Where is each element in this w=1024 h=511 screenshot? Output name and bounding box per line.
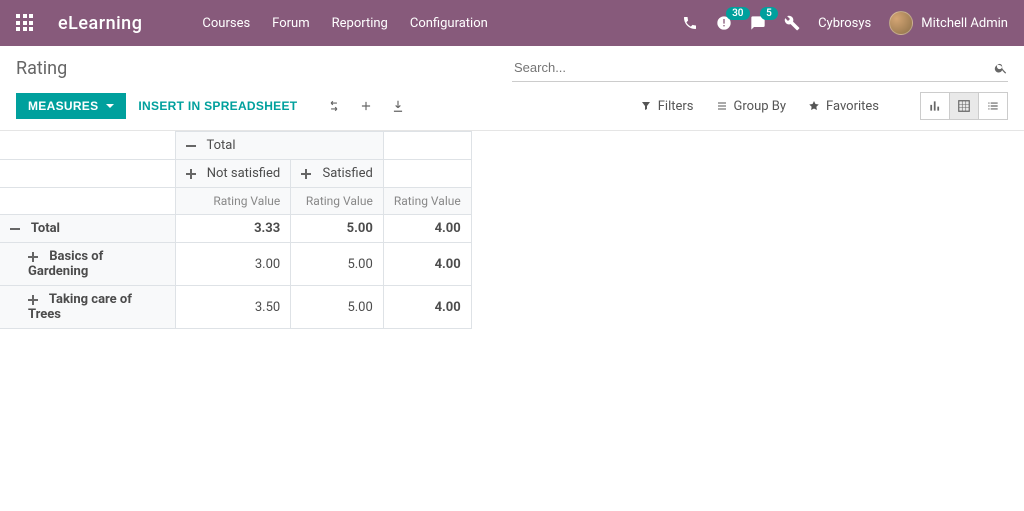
- phone-icon[interactable]: [682, 15, 698, 31]
- control-panel-top: Rating: [0, 46, 1024, 86]
- col-grand-total-spacer2: [383, 160, 471, 188]
- expand-all-icon[interactable]: [359, 99, 373, 113]
- col-not-satisfied[interactable]: Not satisfied: [175, 160, 291, 188]
- list-icon: [986, 99, 1000, 113]
- messages-icon[interactable]: 5: [750, 15, 766, 31]
- measure-header-2: Rating Value: [291, 188, 384, 215]
- brand-title[interactable]: eLearning: [58, 13, 142, 34]
- favorites-label: Favorites: [826, 99, 879, 114]
- pivot-corner2: [0, 160, 175, 188]
- graph-icon: [928, 99, 942, 113]
- filters-button[interactable]: Filters: [640, 99, 694, 114]
- pivot-tools: [327, 99, 405, 113]
- filter-group: Filters Group By Favorites: [640, 92, 1008, 120]
- view-list-button[interactable]: [978, 92, 1008, 120]
- company-name[interactable]: Cybrosys: [818, 16, 871, 31]
- groupby-button[interactable]: Group By: [716, 99, 787, 114]
- chevron-down-icon: [106, 104, 114, 108]
- navbar: eLearning Courses Forum Reporting Config…: [0, 0, 1024, 46]
- measures-button[interactable]: Measures: [16, 93, 126, 119]
- row-total-label: Total: [31, 221, 60, 236]
- measure-header-1: Rating Value: [175, 188, 291, 215]
- cell-total-total: 4.00: [383, 215, 471, 243]
- row-r2: Taking care of Trees 3.50 5.00 4.00: [0, 286, 471, 329]
- star-icon: [808, 100, 820, 112]
- row-r1-header[interactable]: Basics of Gardening: [0, 243, 175, 286]
- nav-forum[interactable]: Forum: [272, 16, 309, 31]
- user-name: Mitchell Admin: [921, 16, 1008, 31]
- col-satisfied[interactable]: Satisfied: [291, 160, 384, 188]
- row-r2-label: Taking care of Trees: [28, 292, 132, 322]
- col-total-header[interactable]: Total: [175, 132, 383, 160]
- view-pivot-button[interactable]: [949, 92, 979, 120]
- cell-r1-notsat: 3.00: [175, 243, 291, 286]
- row-r1: Basics of Gardening 3.00 5.00 4.00: [0, 243, 471, 286]
- nav-configuration[interactable]: Configuration: [410, 16, 488, 31]
- flip-axis-icon[interactable]: [327, 99, 341, 113]
- favorites-button[interactable]: Favorites: [808, 99, 879, 114]
- messages-badge: 5: [760, 7, 778, 20]
- navbar-left: eLearning Courses Forum Reporting Config…: [16, 13, 488, 34]
- search-wrap: [512, 54, 1008, 82]
- cell-r2-sat: 5.00: [291, 286, 384, 329]
- cell-total-notsat: 3.33: [175, 215, 291, 243]
- collapse-icon: [10, 223, 22, 235]
- control-panel-bottom: Measures Insert in Spreadsheet Filters G…: [0, 86, 1024, 131]
- cell-r1-total: 4.00: [383, 243, 471, 286]
- activities-badge: 30: [726, 7, 749, 20]
- expand-icon: [28, 251, 40, 263]
- view-switcher: [921, 92, 1008, 120]
- filters-label: Filters: [658, 99, 694, 114]
- measures-label: Measures: [28, 99, 98, 113]
- expand-icon: [28, 294, 40, 306]
- expand-icon: [186, 168, 198, 180]
- pivot-table-wrap: Total Not satisfied Satisfied Rating Val…: [0, 131, 1024, 329]
- cell-r1-sat: 5.00: [291, 243, 384, 286]
- collapse-icon: [186, 140, 198, 152]
- pivot-table: Total Not satisfied Satisfied Rating Val…: [0, 131, 472, 329]
- activities-icon[interactable]: 30: [716, 15, 732, 31]
- avatar: [889, 11, 913, 35]
- cell-r2-notsat: 3.50: [175, 286, 291, 329]
- filter-icon: [640, 100, 652, 112]
- col-satisfied-label: Satisfied: [322, 166, 372, 181]
- col-grand-total-spacer: [383, 132, 471, 160]
- row-total-header[interactable]: Total: [0, 215, 175, 243]
- row-r2-header[interactable]: Taking care of Trees: [0, 286, 175, 329]
- pivot-icon: [957, 99, 971, 113]
- view-graph-button[interactable]: [920, 92, 950, 120]
- nav-courses[interactable]: Courses: [202, 16, 250, 31]
- col-not-satisfied-label: Not satisfied: [207, 166, 281, 181]
- cell-r2-total: 4.00: [383, 286, 471, 329]
- pivot-corner: [0, 132, 175, 160]
- download-icon[interactable]: [391, 99, 405, 113]
- nav-reporting[interactable]: Reporting: [332, 16, 388, 31]
- col-total-label: Total: [206, 138, 235, 153]
- row-total: Total 3.33 5.00 4.00: [0, 215, 471, 243]
- navbar-right: 30 5 Cybrosys Mitchell Admin: [682, 11, 1008, 35]
- tools-icon[interactable]: [784, 15, 800, 31]
- pivot-corner3: [0, 188, 175, 215]
- measure-header-3: Rating Value: [383, 188, 471, 215]
- groupby-icon: [716, 100, 728, 112]
- insert-spreadsheet-button[interactable]: Insert in Spreadsheet: [126, 93, 309, 119]
- nav-menu: Courses Forum Reporting Configuration: [202, 16, 487, 31]
- apps-icon[interactable]: [16, 14, 34, 32]
- groupby-label: Group By: [734, 99, 787, 114]
- search-input[interactable]: [512, 54, 994, 81]
- breadcrumb: Rating: [16, 58, 67, 79]
- expand-icon: [301, 168, 313, 180]
- cell-total-sat: 5.00: [291, 215, 384, 243]
- search-icon[interactable]: [994, 61, 1008, 75]
- user-menu[interactable]: Mitchell Admin: [889, 11, 1008, 35]
